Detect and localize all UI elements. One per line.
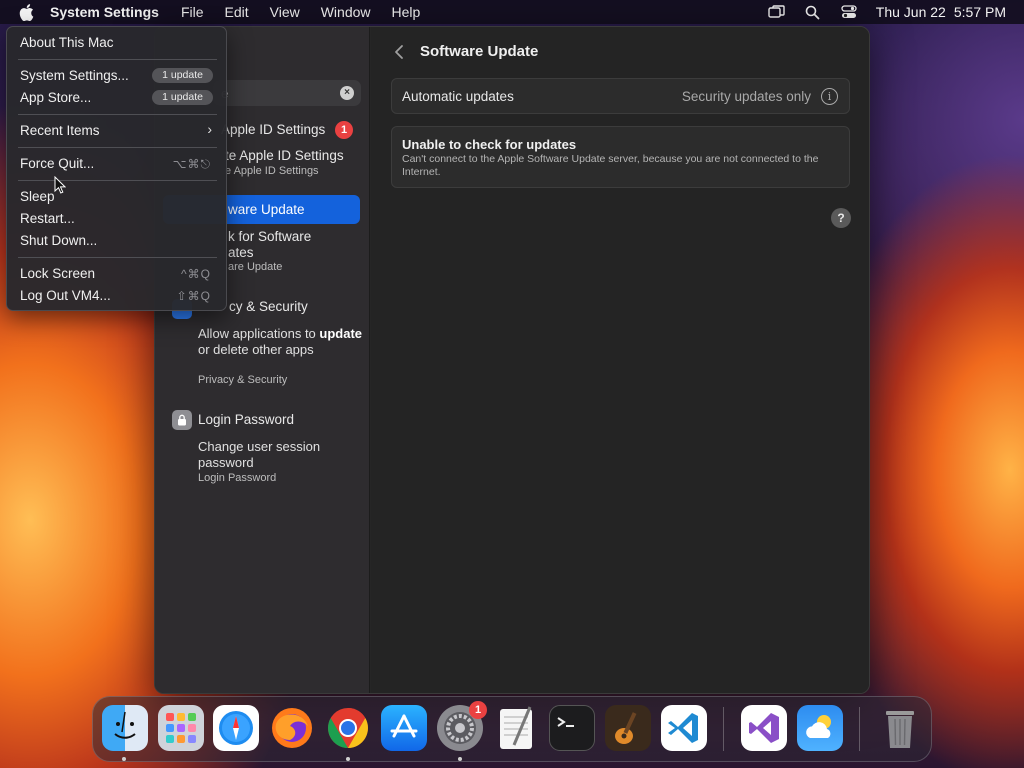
menu-window[interactable]: Window [321, 4, 371, 20]
system-settings-dock-badge: 1 [469, 701, 487, 719]
dock-finder-icon[interactable] [102, 705, 148, 751]
menu-item-shut-down[interactable]: Shut Down... [20, 233, 97, 248]
back-button[interactable] [391, 41, 407, 63]
running-indicator [122, 757, 126, 761]
info-icon[interactable]: i [821, 88, 838, 105]
privacy-category: Privacy & Security [198, 374, 288, 386]
running-indicator [346, 757, 350, 761]
log-out-shortcut: ⇧⌘Q [176, 289, 211, 303]
app-store-update-badge: 1 update [152, 90, 213, 105]
menu-item-log-out[interactable]: Log Out VM4... [20, 288, 111, 303]
page-title: Software Update [420, 43, 539, 60]
dock-weather-icon[interactable] [797, 705, 843, 751]
menu-separator [18, 180, 217, 181]
chevron-right-icon: › [207, 121, 212, 137]
privacy-subtitle: Allow applications to update or delete o… [198, 326, 363, 358]
dock-separator [723, 707, 724, 751]
dock-textedit-icon[interactable] [493, 705, 539, 751]
apple-id-badge: 1 [335, 121, 353, 139]
apple-logo-icon[interactable] [16, 2, 36, 22]
dock-firefox-icon[interactable] [269, 705, 315, 751]
software-update-title: ware Update [228, 202, 305, 217]
clear-search-icon[interactable]: × [340, 86, 354, 100]
check-updates-line1: k for Software [228, 229, 312, 244]
sidebar-result-privacy-security[interactable]: cy & Security Allow applications to upda… [155, 297, 370, 392]
menu-file[interactable]: File [181, 4, 204, 20]
menu-item-sleep[interactable]: Sleep [20, 189, 55, 204]
menu-separator [18, 114, 217, 115]
search-input[interactable]: e × [213, 80, 361, 106]
main-pane: Software Update Automatic updates Securi… [371, 27, 869, 693]
automatic-updates-row: Automatic updates Security updates only … [391, 78, 850, 114]
clock-date: Thu Jun 22 [875, 4, 946, 20]
menu-item-recent-items[interactable]: Recent Items [20, 123, 100, 138]
menu-item-restart[interactable]: Restart... [20, 211, 75, 226]
menu-item-about-this-mac[interactable]: About This Mac [20, 35, 114, 50]
apple-id-title: Apple ID Settings [221, 122, 326, 137]
dock-chrome-icon[interactable] [325, 705, 371, 751]
privacy-subtitle-post: or delete other apps [198, 342, 314, 357]
menu-edit[interactable]: Edit [225, 4, 249, 20]
dock-terminal-icon[interactable] [549, 705, 595, 751]
dock-app-store-icon[interactable] [381, 705, 427, 751]
menu-help[interactable]: Help [392, 4, 421, 20]
menu-view[interactable]: View [270, 4, 300, 20]
app-menu-system-settings[interactable]: System Settings [50, 4, 159, 20]
menu-separator [18, 257, 217, 258]
control-center-icon[interactable] [840, 4, 858, 20]
login-password-title: Login Password [198, 412, 295, 427]
dock-garageband-icon[interactable] [605, 705, 651, 751]
update-error-detail: Can't connect to the Apple Software Upda… [402, 153, 819, 178]
clock-time: 5:57 PM [953, 4, 1006, 20]
apple-id-subtitle: te Apple ID Settings [225, 148, 344, 163]
check-updates-category: are Update [228, 261, 283, 273]
lock-screen-shortcut: ^⌘Q [181, 267, 211, 281]
running-indicator [458, 757, 462, 761]
update-error-card: Unable to check for updates Can't connec… [391, 126, 850, 188]
dock-separator [859, 707, 860, 751]
update-error-title: Unable to check for updates [402, 137, 577, 152]
system-settings-update-badge: 1 update [152, 68, 213, 83]
check-updates-line2: ates [228, 245, 254, 260]
privacy-title: cy & Security [229, 299, 308, 314]
apple-id-category: e Apple ID Settings [225, 165, 319, 177]
dock-visual-studio-icon[interactable] [741, 705, 787, 751]
dock-launchpad-icon[interactable] [158, 705, 204, 751]
apple-menu: About This Mac System Settings... 1 upda… [6, 26, 227, 311]
menu-separator [18, 147, 217, 148]
dock-safari-icon[interactable] [213, 705, 259, 751]
automatic-updates-value: Security updates only [681, 89, 811, 104]
spotlight-search-icon[interactable] [804, 4, 822, 20]
menu-item-force-quit[interactable]: Force Quit... [20, 156, 94, 171]
login-password-category: Login Password [198, 472, 277, 484]
dock-trash-icon[interactable] [877, 705, 923, 751]
login-password-subtitle: Change user session password [198, 439, 321, 470]
screen-mirroring-icon[interactable] [768, 4, 786, 20]
system-settings-window: e × Apple ID Settings 1 te Apple ID Sett… [154, 26, 870, 694]
menu-item-system-settings[interactable]: System Settings... [20, 68, 129, 83]
force-quit-shortcut: ⌥⌘⎋ [172, 157, 211, 171]
sidebar-result-login-password[interactable]: Login Password Change user session passw… [155, 409, 370, 489]
lock-icon [172, 410, 192, 430]
privacy-subtitle-pre: Allow applications to [198, 326, 316, 341]
automatic-updates-label: Automatic updates [402, 89, 514, 104]
privacy-subtitle-bold: update [319, 326, 363, 341]
help-button[interactable]: ? [831, 208, 851, 228]
menu-separator [18, 59, 217, 60]
menu-item-app-store[interactable]: App Store... [20, 90, 91, 105]
menu-item-lock-screen[interactable]: Lock Screen [20, 266, 95, 281]
dock-vscode-icon[interactable] [661, 705, 707, 751]
mouse-pointer-icon [54, 176, 66, 194]
dock: 1 [92, 696, 932, 762]
menu-bar: System Settings File Edit View Window He… [0, 0, 1024, 24]
menu-bar-clock[interactable]: Thu Jun 22 5:57 PM [876, 4, 1006, 20]
